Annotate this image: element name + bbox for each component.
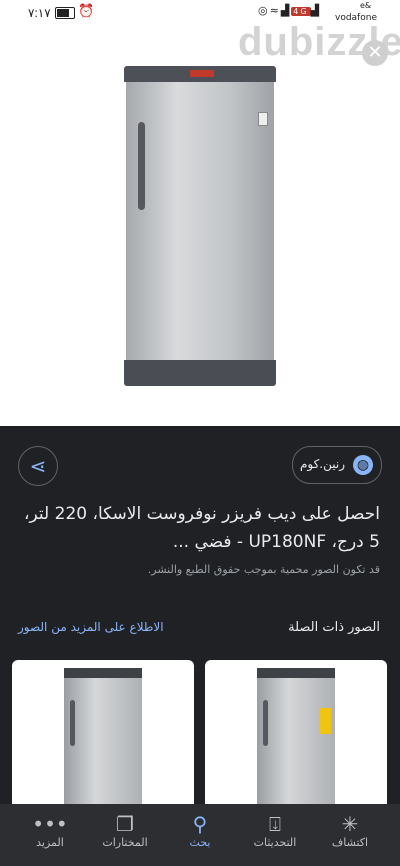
share-icon: ⋖	[29, 454, 47, 478]
updates-tray-icon: ⍗	[269, 812, 281, 836]
freezer-image	[124, 66, 276, 386]
wifi-icon: ≈	[269, 4, 281, 17]
search-icon: ⚲	[192, 812, 208, 836]
asterisk-icon: ✳	[341, 812, 359, 836]
more-dots-icon: •••	[32, 812, 68, 836]
status-bar: ٧:١٧ ⏰ ◎≈▟ 4G ▟ e& vodafone	[0, 0, 400, 26]
signal-icon-2: ▟	[310, 4, 322, 17]
signal-icon: ▟	[280, 4, 292, 17]
source-row: ⋖ رنين.كوم ◍	[0, 440, 400, 490]
freezer-handle	[263, 700, 268, 746]
nav-discover[interactable]: ✳ اكتشاف	[315, 812, 385, 849]
freezer-control-panel	[124, 66, 276, 82]
globe-icon: ◍	[353, 455, 373, 475]
see-more-images-link[interactable]: الاطلاع على المزيد من الصور	[18, 620, 164, 634]
freezer-image	[257, 668, 335, 810]
carrier-name: vodafone	[335, 13, 377, 23]
related-image-thumbnail[interactable]	[12, 660, 194, 810]
result-title[interactable]: احصل على ديب فريزر نوفروست الاسكا، 220 ل…	[10, 500, 380, 556]
status-icons: ◎≈▟ 4G ▟	[258, 4, 321, 17]
freezer-image	[64, 668, 142, 810]
freezer-door	[257, 678, 335, 810]
image-preview[interactable]: dubizzle ✕	[0, 26, 400, 426]
freezer-indicator-lights	[190, 70, 214, 77]
share-button[interactable]: ⋖	[18, 446, 58, 486]
whatsapp-icon: ◎	[258, 4, 270, 17]
nav-label: بحث	[189, 836, 211, 849]
close-icon: ✕	[367, 42, 383, 63]
freezer-base	[124, 360, 276, 386]
freezer-control-panel	[257, 668, 335, 678]
battery-icon	[55, 7, 75, 19]
copyright-notice: قد تكون الصور محمية بموجب حقوق الطبع وال…	[147, 563, 380, 576]
freezer-door	[64, 678, 142, 810]
freezer-door	[126, 82, 274, 360]
nav-updates[interactable]: ⍗ التحديثات	[240, 812, 310, 849]
close-button[interactable]: ✕	[362, 40, 388, 66]
network-badge: 4G	[291, 7, 311, 16]
nav-label: اكتشاف	[331, 836, 369, 849]
nav-label: المزيد	[36, 836, 64, 849]
nav-label: المختارات	[102, 836, 148, 849]
nav-search[interactable]: ⚲ بحث	[165, 812, 235, 849]
related-images-heading: الصور ذات الصلة	[288, 620, 380, 635]
status-time: ٧:١٧	[28, 6, 51, 20]
source-site-name: رنين.كوم	[299, 457, 345, 471]
freezer-control-panel	[64, 668, 142, 678]
source-site-chip[interactable]: رنين.كوم ◍	[292, 446, 382, 484]
related-image-thumbnail[interactable]	[205, 660, 387, 810]
freezer-handle	[138, 122, 145, 210]
nav-more[interactable]: ••• المزيد	[15, 812, 85, 849]
nav-collections[interactable]: ❐ المختارات	[90, 812, 160, 849]
carrier-extra: e&	[360, 1, 372, 10]
nav-label: التحديثات	[253, 836, 297, 849]
freezer-handle	[70, 700, 75, 746]
freezer-logo-badge	[258, 112, 268, 126]
bottom-navigation: ✳ اكتشاف ⍗ التحديثات ⚲ بحث ❐ المختارات •…	[0, 804, 400, 866]
alarm-icon: ⏰	[78, 4, 95, 19]
bookmarks-icon: ❐	[116, 812, 134, 836]
energy-label-sticker	[319, 708, 331, 734]
